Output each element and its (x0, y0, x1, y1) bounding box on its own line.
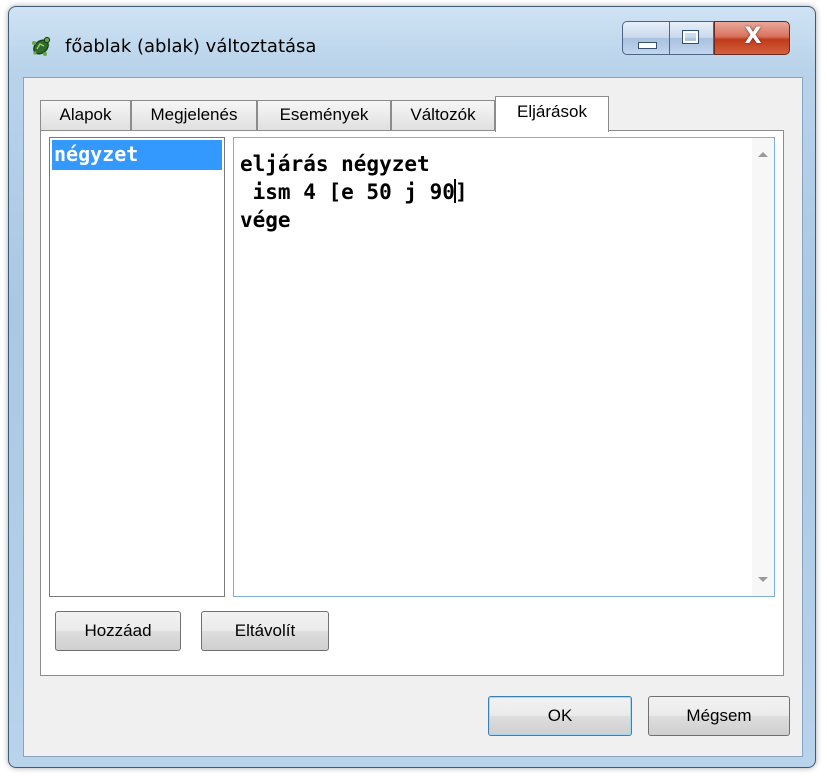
dialog-client-area: Alapok Megjelenés Események Változók Elj… (23, 77, 803, 757)
close-button[interactable]: X (714, 21, 790, 55)
maximize-button[interactable] (670, 21, 714, 55)
title-bar[interactable]: főablak (ablak) változtatása X (9, 7, 815, 77)
procedure-code-editor[interactable]: eljárás négyzet ism 4 [e 50 j 90] vége (233, 137, 775, 597)
procedure-list[interactable]: négyzet (49, 137, 225, 597)
code-text[interactable]: eljárás négyzet ism 4 [e 50 j 90] vége (240, 150, 468, 234)
ok-button[interactable]: OK (488, 696, 632, 736)
turtle-app-icon (32, 36, 51, 56)
code-line-2: ism 4 [e 50 j 90 (240, 180, 455, 204)
cancel-button[interactable]: Mégsem (648, 696, 790, 736)
tab-megjelenes[interactable]: Megjelenés (131, 100, 257, 130)
tab-alapok[interactable]: Alapok (40, 100, 131, 130)
tab-esemenyek[interactable]: Események (257, 100, 391, 130)
minimize-icon (638, 42, 657, 49)
editor-scrollbar[interactable] (752, 138, 774, 596)
maximize-icon (682, 30, 699, 44)
scroll-up-icon[interactable] (758, 152, 768, 157)
code-line-2-end: ] (454, 180, 468, 204)
window-title: főablak (ablak) változtatása (65, 36, 317, 57)
procedure-list-item[interactable]: négyzet (52, 140, 222, 170)
code-line-1: eljárás négyzet (240, 152, 430, 176)
remove-procedure-button[interactable]: Eltávolít (201, 611, 329, 651)
close-icon: X (744, 24, 762, 49)
procedures-panel: négyzet eljárás négyzet ism 4 [e 50 j 90… (40, 130, 784, 676)
scroll-down-icon[interactable] (758, 577, 768, 582)
tab-valtozok[interactable]: Változók (391, 100, 495, 130)
add-procedure-button[interactable]: Hozzáad (55, 611, 181, 651)
tab-eljarasok[interactable]: Eljárások (495, 96, 609, 132)
minimize-button[interactable] (622, 21, 670, 55)
dialog-window: főablak (ablak) változtatása X Alapok Me… (8, 6, 816, 768)
code-line-3: vége (240, 208, 291, 232)
